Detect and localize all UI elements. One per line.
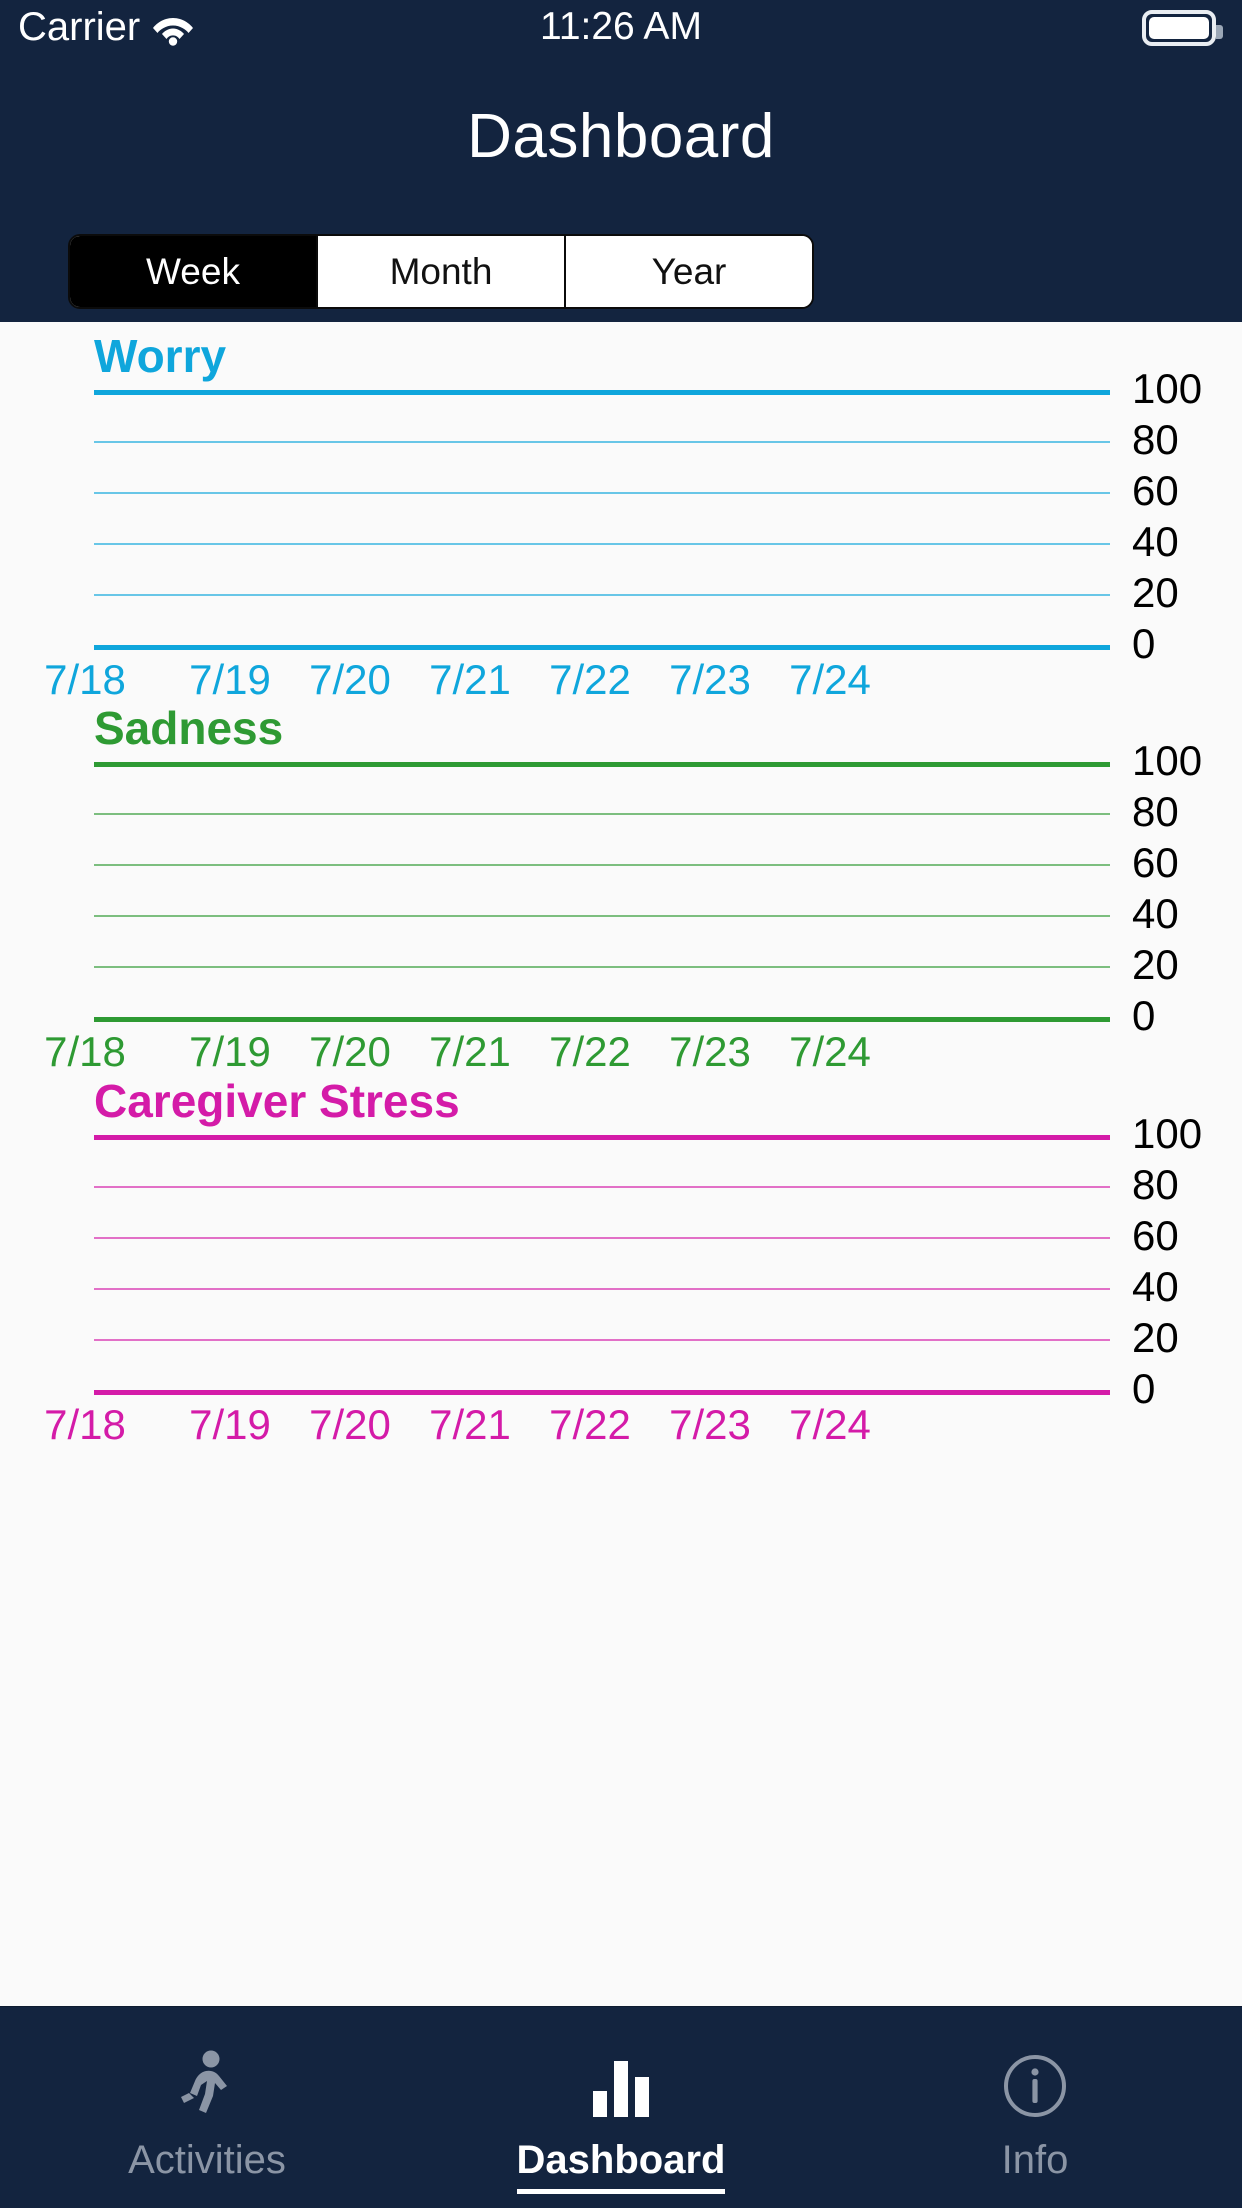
x-tick-2: 7/20 (309, 1028, 391, 1075)
tab-info[interactable]: Info (828, 2007, 1242, 2208)
navigation-header: Carrier 11:26 AM Dashboard Week Month Ye… (0, 0, 1242, 322)
gridline-80 (94, 813, 1110, 815)
chart-title-sadness: Sadness (94, 702, 284, 754)
gridline-60 (94, 864, 1110, 866)
x-tick-6: 7/24 (789, 1401, 871, 1448)
bar-chart-icon (593, 2049, 649, 2123)
tab-label-activities: Activities (128, 2138, 286, 2182)
y-tick-20: 20 (1132, 569, 1179, 616)
status-bar: Carrier 11:26 AM (0, 0, 1242, 58)
y-tick-100: 100 (1132, 365, 1203, 412)
gridline-20 (94, 1339, 1110, 1341)
y-tick-20: 20 (1132, 1314, 1179, 1361)
charts-scroll-area[interactable]: Worry 100 80 60 40 20 0 7/18 7/19 7/20 7… (0, 322, 1242, 2006)
gridline-0 (94, 645, 1110, 650)
info-circle-icon (1002, 2049, 1068, 2123)
y-tick-60: 60 (1132, 467, 1179, 514)
app-screen: Carrier 11:26 AM Dashboard Week Month Ye… (0, 0, 1242, 2208)
gridline-100 (94, 1135, 1110, 1140)
gridline-60 (94, 1237, 1110, 1239)
y-tick-40: 40 (1132, 890, 1179, 937)
tab-label-info: Info (1001, 2138, 1069, 2182)
x-tick-5: 7/23 (669, 1028, 751, 1075)
x-tick-0: 7/18 (44, 656, 126, 703)
x-tick-0: 7/18 (44, 1401, 126, 1448)
x-axis-labels-worry: 7/18 7/19 7/20 7/21 7/22 7/23 7/24 (0, 656, 1242, 704)
x-tick-1: 7/19 (189, 656, 271, 703)
x-tick-6: 7/24 (789, 656, 871, 703)
tab-label-dashboard: Dashboard (516, 2137, 726, 2194)
plot-area-caregiver-stress (94, 1135, 1110, 1395)
battery-fill (1149, 17, 1209, 39)
gridline-100 (94, 762, 1110, 767)
x-tick-6: 7/24 (789, 1028, 871, 1075)
x-tick-4: 7/22 (549, 656, 631, 703)
x-tick-4: 7/22 (549, 1401, 631, 1448)
gridline-0 (94, 1017, 1110, 1022)
time-range-segmented-control[interactable]: Week Month Year (68, 234, 814, 309)
gridline-80 (94, 441, 1110, 443)
x-tick-3: 7/21 (429, 656, 511, 703)
gridline-100 (94, 390, 1110, 395)
tab-dashboard[interactable]: Dashboard (414, 2007, 828, 2208)
plot-area-worry (94, 390, 1110, 650)
segment-month[interactable]: Month (318, 236, 566, 307)
y-tick-40: 40 (1132, 518, 1179, 565)
x-tick-2: 7/20 (309, 656, 391, 703)
x-tick-4: 7/22 (549, 1028, 631, 1075)
y-tick-100: 100 (1132, 737, 1203, 784)
x-axis-labels-sadness: 7/18 7/19 7/20 7/21 7/22 7/23 7/24 (0, 1028, 1242, 1076)
chart-title-caregiver-stress: Caregiver Stress (94, 1075, 460, 1127)
gridline-20 (94, 594, 1110, 596)
gridline-0 (94, 1390, 1110, 1395)
x-tick-1: 7/19 (189, 1401, 271, 1448)
bottom-tab-bar: Activities Dashboard Info (0, 2006, 1242, 2208)
x-tick-5: 7/23 (669, 1401, 751, 1448)
segment-week[interactable]: Week (70, 236, 318, 307)
gridline-40 (94, 1288, 1110, 1290)
segment-year[interactable]: Year (566, 236, 812, 307)
plot-area-sadness (94, 762, 1110, 1022)
y-tick-80: 80 (1132, 788, 1179, 835)
gridline-20 (94, 966, 1110, 968)
page-title: Dashboard (467, 102, 775, 171)
y-tick-60: 60 (1132, 1212, 1179, 1259)
status-time: 11:26 AM (540, 5, 702, 48)
gridline-40 (94, 915, 1110, 917)
chart-title-worry: Worry (94, 330, 227, 382)
gridline-60 (94, 492, 1110, 494)
y-tick-80: 80 (1132, 416, 1179, 463)
y-tick-40: 40 (1132, 1263, 1179, 1310)
x-tick-3: 7/21 (429, 1028, 511, 1075)
y-tick-100: 100 (1132, 1110, 1203, 1157)
gridline-80 (94, 1186, 1110, 1188)
y-tick-20: 20 (1132, 941, 1179, 988)
gridline-40 (94, 543, 1110, 545)
x-tick-0: 7/18 (44, 1028, 126, 1075)
x-tick-5: 7/23 (669, 656, 751, 703)
running-person-icon (175, 2049, 239, 2123)
y-tick-80: 80 (1132, 1161, 1179, 1208)
tab-activities[interactable]: Activities (0, 2007, 414, 2208)
x-axis-labels-caregiver-stress: 7/18 7/19 7/20 7/21 7/22 7/23 7/24 (0, 1401, 1242, 1449)
y-tick-60: 60 (1132, 839, 1179, 886)
status-bar-right (1142, 10, 1223, 46)
battery-full-icon (1142, 10, 1223, 46)
x-tick-1: 7/19 (189, 1028, 271, 1075)
x-tick-3: 7/21 (429, 1401, 511, 1448)
x-tick-2: 7/20 (309, 1401, 391, 1448)
